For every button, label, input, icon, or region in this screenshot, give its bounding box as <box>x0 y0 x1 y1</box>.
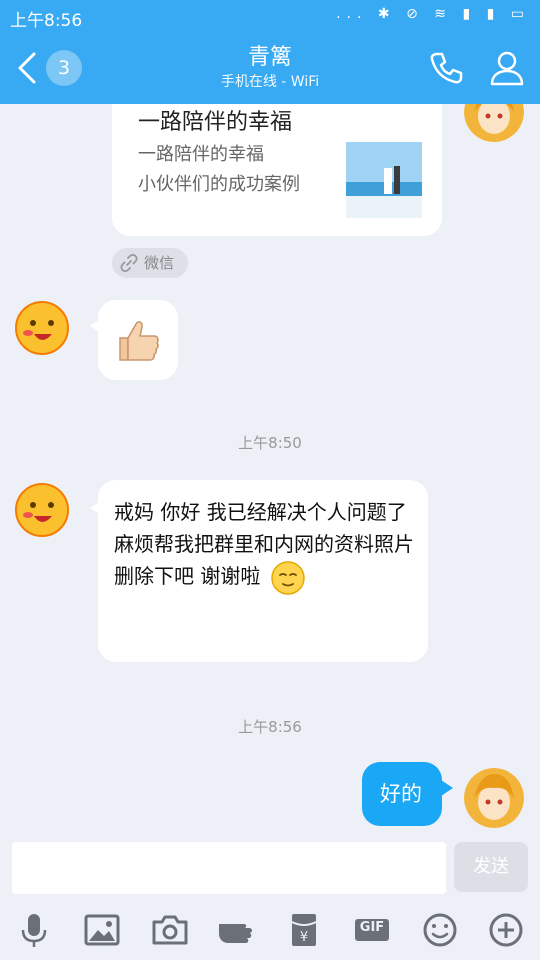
plus-circle-icon <box>489 913 523 947</box>
status-icons: ... ✱ ⊘ ≋ ▮ ▮ ▭ <box>336 6 530 22</box>
card-title: 一路陪伴的幸福 <box>138 110 293 135</box>
svg-text:¥: ¥ <box>300 930 308 945</box>
red-packet-icon: ¥ <box>291 914 317 946</box>
status-bar: 上午8:56 ... ✱ ⊘ ≋ ▮ ▮ ▭ <box>0 0 540 32</box>
beach-wedding-image-icon <box>346 142 422 218</box>
source-tag-wechat: 微信 <box>112 248 188 278</box>
card-description: 一路陪伴的幸福 小伙伴们的成功案例 <box>138 140 318 200</box>
card-thumbnail <box>346 142 422 218</box>
emoji-face-avatar-icon <box>15 301 69 355</box>
content-smile-emoji-icon <box>270 560 305 595</box>
send-button[interactable]: 发送 <box>454 842 528 892</box>
contact-avatar[interactable] <box>12 480 72 540</box>
message-list[interactable]: 一路陪伴的幸福 一路陪伴的幸福 小伙伴们的成功案例 微信 上午8:50 戒妈 你… <box>0 104 540 838</box>
shake-button[interactable] <box>216 910 256 950</box>
card-desc-line2: 小伙伴们的成功案例 <box>138 174 300 195</box>
gif-label: GIF <box>359 920 385 935</box>
timestamp-2: 上午8:56 <box>238 718 302 736</box>
chevron-left-icon <box>18 52 36 84</box>
image-button[interactable] <box>82 910 122 950</box>
person-icon <box>490 51 524 86</box>
input-bar: 发送 <box>0 838 540 898</box>
bubble-tail-out <box>441 780 453 796</box>
source-label: 微信 <box>144 254 175 272</box>
camera-button[interactable] <box>150 910 190 950</box>
shared-link-card[interactable]: 一路陪伴的幸福 一路陪伴的幸福 小伙伴们的成功案例 <box>112 104 442 236</box>
emoji-face-avatar-icon <box>15 483 69 537</box>
gif-button[interactable]: GIF <box>352 910 392 950</box>
contact-avatar[interactable] <box>12 298 72 358</box>
profile-button[interactable] <box>487 48 527 88</box>
anime-avatar-icon <box>464 104 524 142</box>
anime-avatar-icon <box>464 768 524 828</box>
timestamp-1: 上午8:50 <box>238 434 302 452</box>
status-time: 上午8:56 <box>10 11 83 31</box>
chat-header: 上午8:56 ... ✱ ⊘ ≋ ▮ ▮ ▭ 3 青篱 手机在线 - WiFi <box>0 0 540 104</box>
message-text: 戒妈 你好 我已经解决个人问题了 麻烦帮我把群里和内网的资料照片删除下吧 谢谢啦 <box>114 496 414 595</box>
image-icon <box>84 914 120 946</box>
phone-icon <box>430 52 463 84</box>
chat-title-block: 青篱 手机在线 - WiFi <box>140 44 400 92</box>
my-avatar[interactable] <box>464 768 524 828</box>
message-text-content: 戒妈 你好 我已经解决个人问题了 麻烦帮我把群里和内网的资料照片删除下吧 谢谢啦 <box>114 500 414 588</box>
emoji-button[interactable] <box>420 910 460 950</box>
thumbs-up-icon <box>119 321 159 361</box>
message-bubble-emoji[interactable] <box>98 300 178 380</box>
more-button[interactable] <box>486 910 526 950</box>
microphone-icon <box>21 914 47 947</box>
camera-icon <box>152 915 188 945</box>
smiley-icon <box>423 913 457 947</box>
voice-button[interactable] <box>14 910 54 950</box>
message-input[interactable] <box>12 842 446 894</box>
red-packet-button[interactable]: ¥ <box>284 910 324 950</box>
input-toolbar: ¥ GIF <box>0 898 540 960</box>
link-icon <box>120 254 138 272</box>
unread-badge: 3 <box>46 50 82 86</box>
poke-hand-icon <box>219 924 252 943</box>
back-button[interactable]: 3 <box>10 48 82 88</box>
message-bubble-text[interactable]: 戒妈 你好 我已经解决个人问题了 麻烦帮我把群里和内网的资料照片删除下吧 谢谢啦 <box>98 480 428 662</box>
message-bubble-out[interactable]: 好的 <box>362 762 442 826</box>
card-desc-line1: 一路陪伴的幸福 <box>138 144 264 165</box>
call-button[interactable] <box>426 48 466 88</box>
chat-title: 青篱 <box>247 45 292 70</box>
chat-subtitle: 手机在线 - WiFi <box>220 74 320 90</box>
my-avatar[interactable] <box>464 104 524 142</box>
message-text-out: 好的 <box>380 782 422 806</box>
